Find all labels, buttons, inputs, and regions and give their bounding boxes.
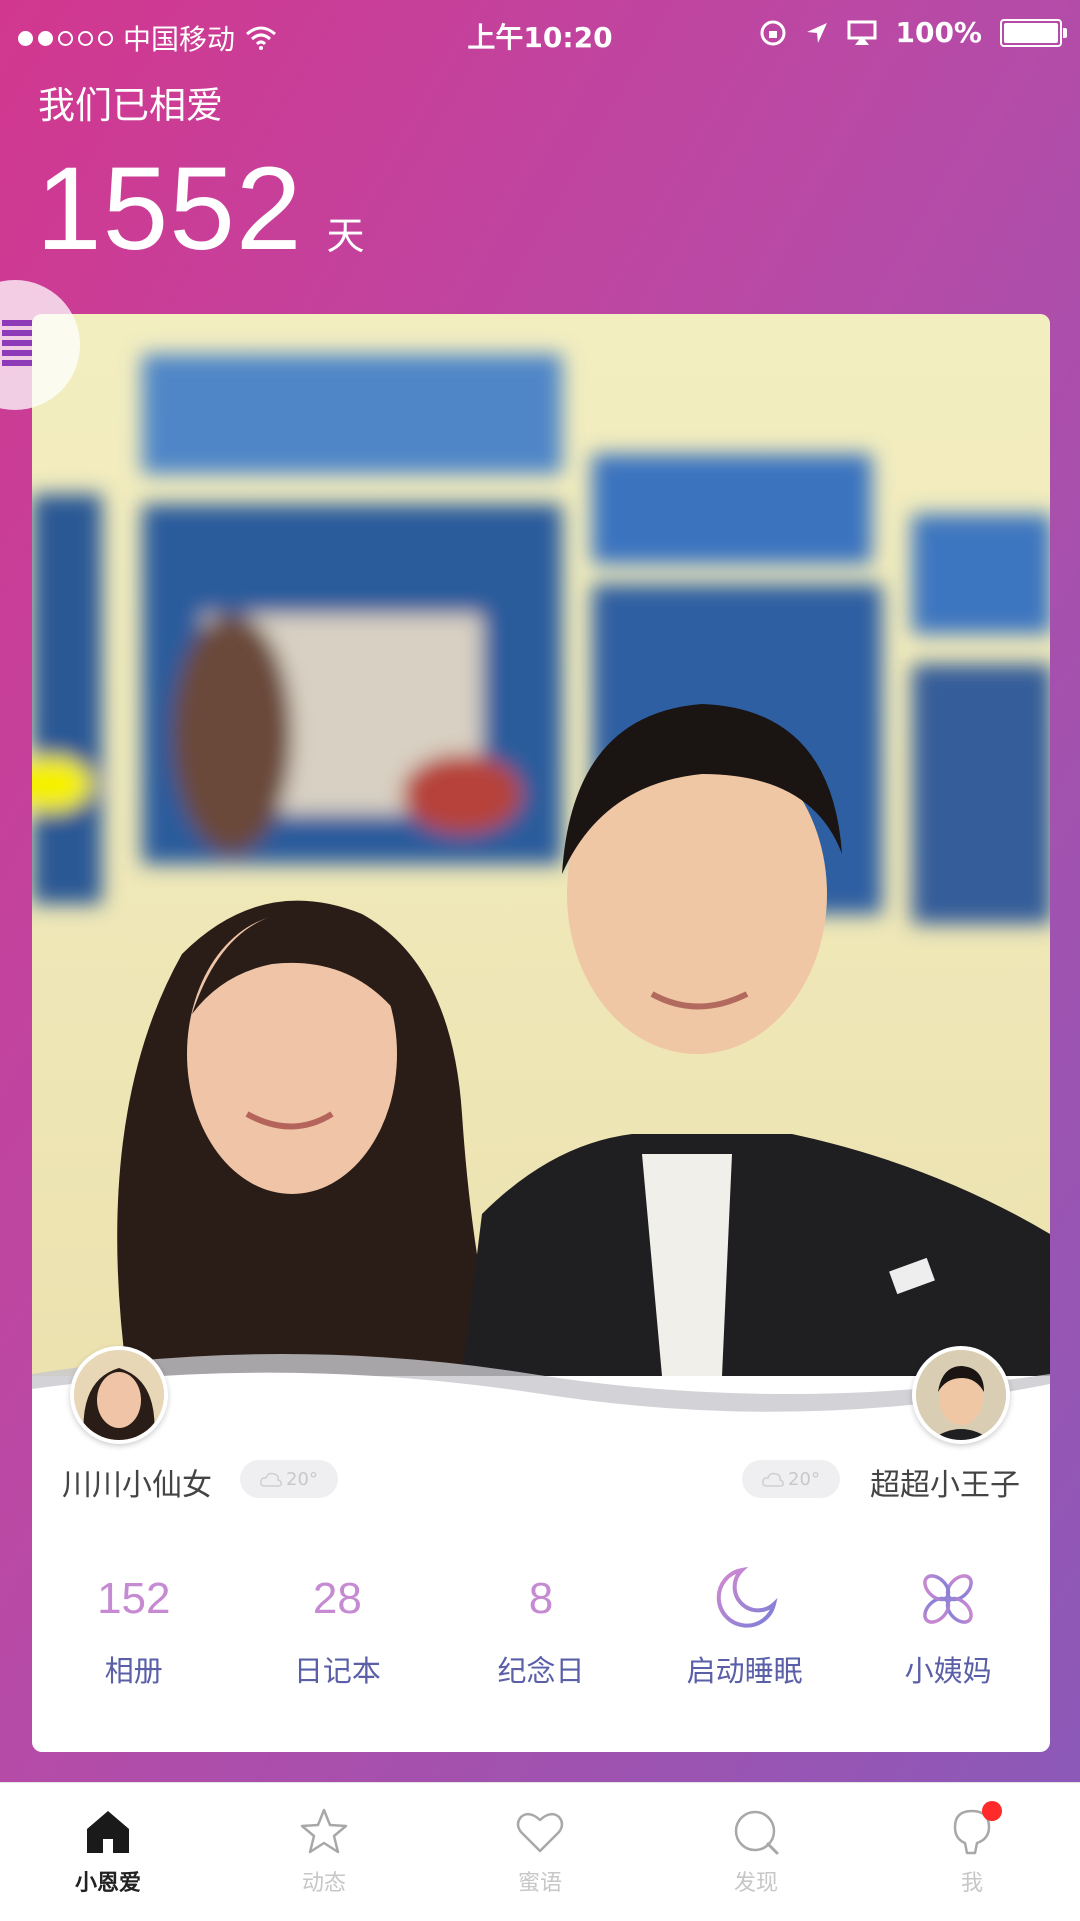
sleep-label: 启动睡眠	[686, 1654, 803, 1688]
partner-avatar-right[interactable]	[912, 1346, 1010, 1444]
star-icon	[300, 1808, 348, 1854]
diary-label: 日记本	[293, 1654, 381, 1688]
location-icon	[807, 22, 828, 43]
tab-bar: 小恩爱 动态 蜜语 发现 我	[0, 1782, 1080, 1921]
anniversary-label: 纪念日	[497, 1654, 585, 1688]
partner-avatar-left[interactable]	[70, 1346, 168, 1444]
notification-badge	[982, 1801, 1002, 1821]
battery-fill	[1004, 22, 1058, 43]
cloud-icon	[762, 1472, 784, 1487]
cloud-icon	[260, 1472, 282, 1487]
anniversary-count: 8	[528, 1574, 554, 1623]
weather-badge-left[interactable]: 20°	[240, 1460, 338, 1498]
days-count: 1552	[36, 143, 303, 275]
list-icon	[2, 320, 32, 370]
stat-anniversary[interactable]: 8 纪念日	[439, 1564, 643, 1704]
airplay-icon	[847, 20, 877, 45]
heart-icon	[516, 1812, 564, 1853]
weather-badge-right[interactable]: 20°	[742, 1460, 840, 1498]
love-label: 我们已相爱	[38, 84, 223, 127]
tab-feed-label: 动态	[301, 1871, 346, 1896]
photo-wave-divider	[32, 1354, 1050, 1434]
search-icon	[734, 1810, 779, 1855]
flower-icon	[915, 1564, 981, 1634]
stats-bar: 152 相册 28 日记本 8 纪念日 启动睡眠 小姨妈	[32, 1564, 1050, 1704]
tab-home-label: 小恩爱	[74, 1871, 141, 1896]
period-label: 小姨妈	[904, 1654, 992, 1688]
status-bar: 中国移动 上午10:20 100%	[0, 0, 1080, 70]
days-unit: 天	[326, 214, 365, 258]
partner-name-left: 川川小仙女	[62, 1468, 212, 1503]
rotation-lock-icon	[760, 20, 786, 45]
tab-home[interactable]: 小恩爱	[0, 1783, 216, 1921]
partner-name-right: 超超小王子	[870, 1468, 1020, 1503]
diary-count: 28	[312, 1574, 362, 1623]
home-icon	[87, 1811, 129, 1853]
home-screen: 中国移动 上午10:20 100% 我们已相爱 1552 天 川川小仙女 20°…	[0, 0, 1080, 1782]
couple-photo-image	[32, 314, 1050, 1376]
stat-sleep[interactable]: 启动睡眠	[643, 1564, 847, 1704]
album-label: 相册	[104, 1654, 163, 1688]
status-bar-right: 100%	[759, 16, 1067, 49]
tab-me-label: 我	[960, 1871, 983, 1896]
battery-icon	[1000, 18, 1067, 47]
weather-temp-right: 20°	[788, 1468, 820, 1490]
moon-icon	[710, 1564, 780, 1634]
tab-feed[interactable]: 动态	[216, 1783, 432, 1921]
stat-album[interactable]: 152 相册	[32, 1564, 236, 1704]
tab-messages-label: 蜜语	[517, 1871, 562, 1896]
stat-diary[interactable]: 28 日记本	[236, 1564, 440, 1704]
tab-me[interactable]: 我	[864, 1783, 1080, 1921]
days-counter: 1552 天	[36, 150, 365, 268]
album-count: 152	[97, 1574, 171, 1623]
weather-temp-left: 20°	[286, 1468, 318, 1490]
tab-discover[interactable]: 发现	[648, 1783, 864, 1921]
couple-card: 川川小仙女 20° 20° 超超小王子 152 相册 28 日记本 8 纪念日	[32, 314, 1050, 1752]
stat-period[interactable]: 小姨妈	[846, 1564, 1050, 1704]
couple-photo[interactable]	[32, 314, 1050, 1376]
tab-discover-label: 发现	[733, 1871, 778, 1896]
tab-messages[interactable]: 蜜语	[432, 1783, 648, 1921]
battery-percent: 100%	[895, 16, 982, 49]
